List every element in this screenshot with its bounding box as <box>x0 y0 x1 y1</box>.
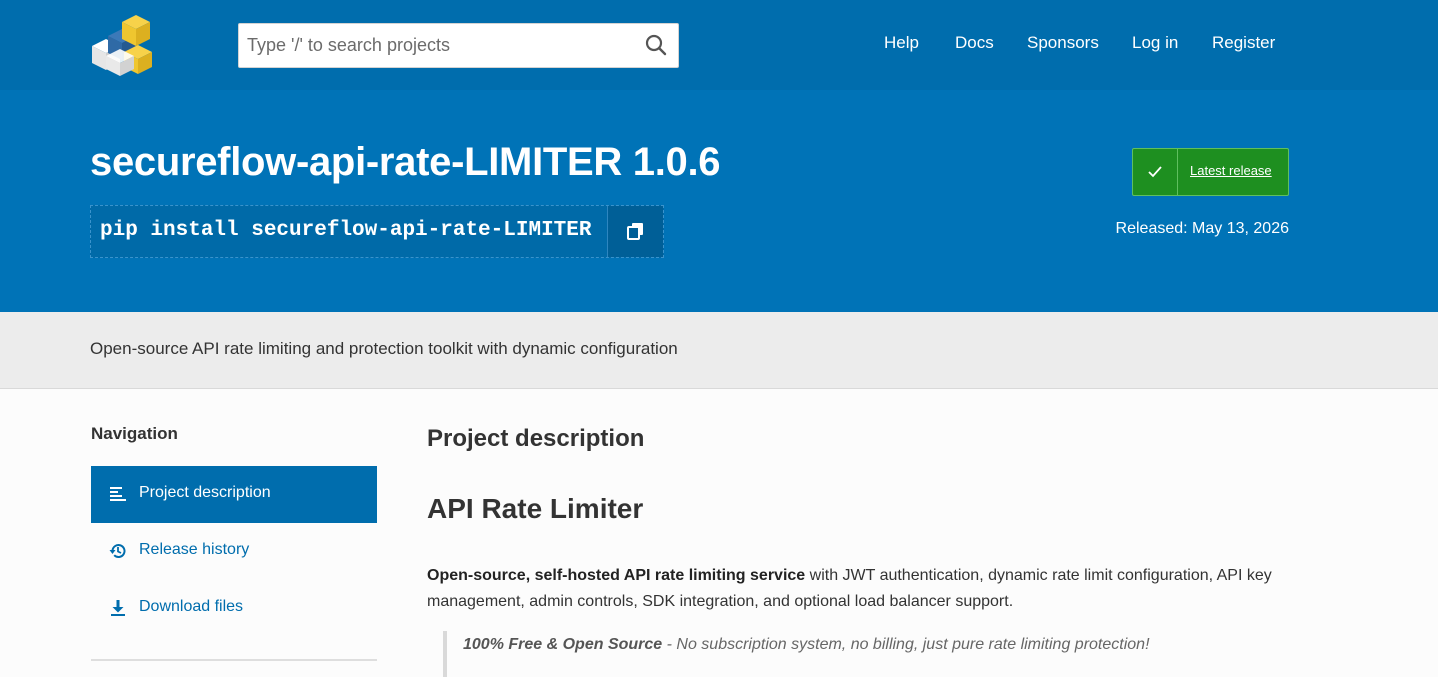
check-icon <box>1133 149 1178 195</box>
sidebar-item-label: Release history <box>139 541 250 558</box>
nav-login-link[interactable]: Log in <box>1132 33 1178 53</box>
sidebar-item-project-description[interactable]: Project description <box>91 466 377 523</box>
pip-install-box: pip install secureflow-api-rate-LIMITER <box>90 205 664 258</box>
readme-intro: Open-source, self-hosted API rate limiti… <box>427 563 1307 615</box>
quote-rest: - No subscription system, no billing, ju… <box>662 636 1150 653</box>
sidebar-item-download-files[interactable]: Download files <box>91 580 377 637</box>
sidebar-heading: Navigation <box>91 424 178 443</box>
history-icon <box>109 542 127 560</box>
release-date: Released: May 13, 2026 <box>1115 220 1289 237</box>
header-nav: Help Docs Sponsors Log in Register <box>0 33 1438 57</box>
nav-help-link[interactable]: Help <box>884 33 919 53</box>
package-title: secureflow-api-rate-LIMITER 1.0.6 <box>90 140 721 184</box>
readme-title: API Rate Limiter <box>427 493 644 524</box>
quote-bold: 100% Free & Open Source <box>463 636 663 653</box>
section-title: Project description <box>427 425 645 452</box>
sidebar-item-label: Project description <box>139 484 271 501</box>
sidebar-item-label: Download files <box>139 598 244 615</box>
latest-release-label[interactable]: Latest release <box>1190 163 1272 178</box>
sidebar-divider <box>91 659 377 661</box>
download-icon <box>109 599 127 617</box>
nav-docs-link[interactable]: Docs <box>955 33 994 53</box>
nav-sponsors-link[interactable]: Sponsors <box>1027 33 1099 53</box>
intro-bold: Open-source, self-hosted API rate limiti… <box>427 567 806 584</box>
package-summary: Open-source API rate limiting and protec… <box>0 312 1438 389</box>
pip-command[interactable]: pip install secureflow-api-rate-LIMITER <box>100 219 591 242</box>
nav-register-link[interactable]: Register <box>1212 33 1275 53</box>
sidebar-item-release-history[interactable]: Release history <box>91 523 377 580</box>
copy-button[interactable] <box>607 206 663 257</box>
package-hero: secureflow-api-rate-LIMITER 1.0.6 pip in… <box>0 90 1438 312</box>
summary-text: Open-source API rate limiting and protec… <box>90 339 678 358</box>
content-area: Navigation Project description Release h… <box>0 389 1438 677</box>
align-left-icon <box>109 485 127 503</box>
readme-blockquote: 100% Free & Open Source - No subscriptio… <box>443 631 1323 677</box>
top-navigation-bar: Help Docs Sponsors Log in Register <box>0 0 1438 90</box>
latest-release-badge[interactable]: Latest release <box>1132 148 1289 196</box>
copy-icon <box>627 223 643 240</box>
